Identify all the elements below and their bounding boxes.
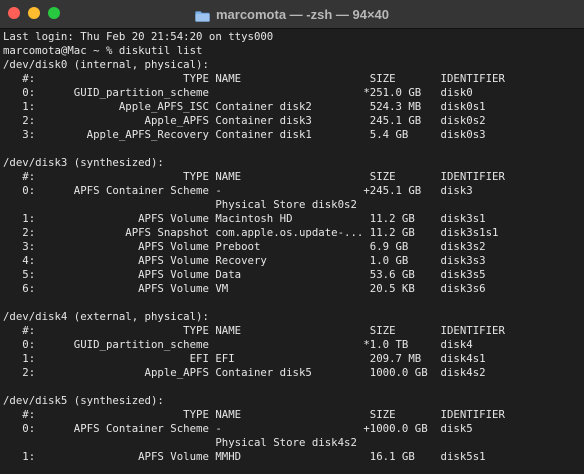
terminal-line: 0: APFS Container Scheme - +1000.0 GB di… — [3, 422, 473, 435]
terminal-line: /dev/disk0 (internal, physical): — [3, 58, 209, 71]
terminal-line: #: TYPE NAME SIZE IDENTIFIER — [3, 170, 505, 183]
terminal-line: /dev/disk3 (synthesized): — [3, 156, 164, 169]
terminal-line: Last login: Thu Feb 20 21:54:20 on ttys0… — [3, 30, 274, 43]
window-title: marcomota — -zsh — 94×40 — [215, 6, 390, 22]
terminal-line: 1: APFS Volume MMHD 16.1 GB disk5s1 — [3, 450, 486, 463]
terminal-line: #: TYPE NAME SIZE IDENTIFIER — [3, 408, 505, 421]
terminal-line: 0: GUID_partition_scheme *251.0 GB disk0 — [3, 86, 473, 99]
window-title-group: marcomota — -zsh — 94×40 — [0, 0, 584, 28]
terminal-line: 2: Apple_APFS Container disk3 245.1 GB d… — [3, 114, 486, 127]
terminal-line: Physical Store disk0s2 — [3, 198, 357, 211]
terminal-line: /dev/disk5 (synthesized): — [3, 394, 164, 407]
terminal-line: 2: APFS Snapshot com.apple.os.update-...… — [3, 226, 499, 239]
terminal-line: 1: EFI EFI 209.7 MB disk4s1 — [3, 352, 486, 365]
terminal-line: 1: APFS Volume Macintosh HD 11.2 GB disk… — [3, 212, 486, 225]
terminal-line: 0: GUID_partition_scheme *1.0 TB disk4 — [3, 338, 473, 351]
terminal-line: 0: APFS Container Scheme - +245.1 GB dis… — [3, 184, 473, 197]
terminal-line: 3: Apple_APFS_Recovery Container disk1 5… — [3, 128, 486, 141]
terminal-line: /dev/disk4 (external, physical): — [3, 310, 209, 323]
terminal-window: marcomota — -zsh — 94×40 Last login: Thu… — [0, 0, 584, 474]
terminal-line: 1: Apple_APFS_ISC Container disk2 524.3 … — [3, 100, 486, 113]
folder-icon — [195, 9, 210, 22]
terminal-line: #: TYPE NAME SIZE IDENTIFIER — [3, 72, 505, 85]
terminal-line: #: TYPE NAME SIZE IDENTIFIER — [3, 324, 505, 337]
terminal-line: 6: APFS Volume VM 20.5 KB disk3s6 — [3, 282, 486, 295]
terminal-line: Physical Store disk4s2 — [3, 436, 357, 449]
terminal-line: 4: APFS Volume Recovery 1.0 GB disk3s3 — [3, 254, 486, 267]
terminal-line: 3: APFS Volume Preboot 6.9 GB disk3s2 — [3, 240, 486, 253]
terminal-output[interactable]: Last login: Thu Feb 20 21:54:20 on ttys0… — [3, 30, 583, 474]
title-bar[interactable]: marcomota — -zsh — 94×40 — [0, 0, 584, 29]
terminal-line: 5: APFS Volume Data 53.6 GB disk3s5 — [3, 268, 486, 281]
terminal-line: marcomota@Mac ~ % diskutil list — [3, 44, 203, 57]
terminal-line: 2: Apple_APFS Container disk5 1000.0 GB … — [3, 366, 486, 379]
